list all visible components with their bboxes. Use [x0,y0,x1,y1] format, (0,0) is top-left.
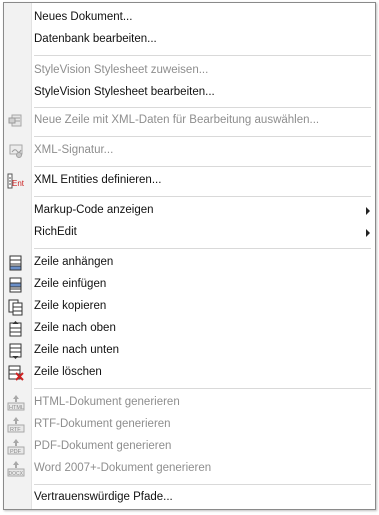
menu-item-generate-word[interactable]: DOCX Word 2007+-Dokument generieren [4,458,375,480]
menu-item-label: Datenbank bearbeiten... [34,33,157,45]
menu-item-edit-database[interactable]: Datenbank bearbeiten... [4,29,375,51]
menu-item-show-markup[interactable]: Markup-Code anzeigen [4,200,375,222]
svg-text:HTML: HTML [9,405,24,411]
menu-item-copy-row[interactable]: Zeile kopieren [4,296,375,318]
move-row-down-icon [7,342,25,360]
copy-row-icon [7,298,25,316]
menu-item-label: Zeile löschen [34,366,102,378]
menu-item-generate-pdf[interactable]: PDF PDF-Dokument generieren [4,436,375,458]
menu-item-select-xml-row[interactable]: Neue Zeile mit XML-Daten für Bearbeitung… [4,110,375,132]
menu-item-trusted-paths[interactable]: Vertrauenswürdige Pfade... [4,487,375,509]
menu-separator [34,248,371,249]
menu-separator [34,107,371,108]
svg-text:DOCX: DOCX [9,471,24,477]
menu-item-label: PDF-Dokument generieren [34,440,172,452]
menu-separator [34,388,371,389]
menu-item-append-row[interactable]: Zeile anhängen [4,252,375,274]
menu-item-label: XML Entities definieren... [34,174,162,186]
menu-item-new-document[interactable]: Neues Dokument... [4,7,375,29]
menu-separator [34,136,371,137]
menu-item-label: Zeile kopieren [34,300,107,312]
html-generate-icon: HTML [7,394,25,412]
menu-item-label: RTF-Dokument generieren [34,418,171,430]
menu-item-label: Word 2007+-Dokument generieren [34,462,212,474]
menu-item-move-row-up[interactable]: Zeile nach oben [4,318,375,340]
menu-item-label: Zeile anhängen [34,256,114,268]
menu-separator [34,55,371,56]
menu-item-label: Zeile nach unten [34,344,120,356]
svg-text:PDF: PDF [10,449,22,455]
menu-item-label: Zeile einfügen [34,278,107,290]
menu-item-generate-rtf[interactable]: RTF RTF-Dokument generieren [4,414,375,436]
svg-text:RTF: RTF [10,427,21,433]
move-row-up-icon [7,320,25,338]
menu-item-label: RichEdit [34,226,77,238]
context-menu: Neues Dokument... Datenbank bearbeiten..… [3,2,376,510]
menu-item-label: StyleVision Stylesheet zuweisen... [34,64,209,76]
menu-item-richedit[interactable]: RichEdit [4,222,375,244]
menu-item-assign-stylevision-stylesheet[interactable]: StyleVision Stylesheet zuweisen... [4,60,375,82]
menu-item-label: Markup-Code anzeigen [34,204,154,216]
menu-item-edit-stylevision-stylesheet[interactable]: StyleVision Stylesheet bearbeiten... [4,82,375,104]
menu-item-label: StyleVision Stylesheet bearbeiten... [34,86,215,98]
xml-entities-icon: Ent [7,172,25,190]
pdf-generate-icon: PDF [7,438,25,456]
xml-signature-icon [7,142,25,160]
menu-item-label: Neues Dokument... [34,11,133,23]
menu-item-label: Vertrauenswürdige Pfade... [34,491,173,503]
append-row-icon [7,254,25,272]
menu-item-label: HTML-Dokument generieren [34,396,180,408]
rtf-generate-icon: RTF [7,416,25,434]
menu-item-generate-html[interactable]: HTML HTML-Dokument generieren [4,392,375,414]
delete-row-icon [7,364,25,382]
menu-separator [34,196,371,197]
menu-item-label: Zeile nach oben [34,322,116,334]
menu-item-insert-row[interactable]: Zeile einfügen [4,274,375,296]
svg-text:Ent: Ent [12,179,25,188]
insert-row-icon [7,276,25,294]
word-generate-icon: DOCX [7,460,25,478]
menu-item-move-row-down[interactable]: Zeile nach unten [4,340,375,362]
menu-item-xml-signature[interactable]: XML-Signatur... [4,140,375,162]
menu-item-delete-row[interactable]: Zeile löschen [4,362,375,384]
xml-row-select-icon [7,112,25,130]
menu-item-define-xml-entities[interactable]: Ent XML Entities definieren... [4,170,375,192]
submenu-arrow-icon [366,229,370,237]
menu-item-label: Neue Zeile mit XML-Daten für Bearbeitung… [34,114,320,126]
menu-separator [34,484,371,485]
menu-item-label: XML-Signatur... [34,144,114,156]
menu-separator [34,166,371,167]
submenu-arrow-icon [366,207,370,215]
